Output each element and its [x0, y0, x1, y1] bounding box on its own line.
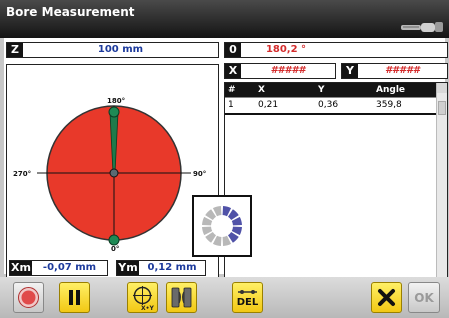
ym-tag: Ym — [117, 261, 139, 275]
angle-value: 180,2 ° — [265, 44, 307, 55]
xm-value: -0,07 mm — [42, 262, 97, 273]
scroll-up-icon[interactable] — [437, 83, 447, 93]
sensor-icon — [171, 287, 192, 308]
sensor-button[interactable] — [166, 282, 197, 313]
cell-y: 0,36 — [315, 96, 373, 115]
label-270: 270° — [13, 170, 31, 178]
bottom-toolbar: X•Y DEL OK — [0, 277, 449, 318]
cancel-button[interactable] — [371, 282, 402, 313]
x-tag: X — [225, 64, 241, 78]
main-panel: Z 100 mm 0 180,2 ° X ##### Y ##### 180° … — [4, 38, 448, 313]
delete-button[interactable]: DEL — [232, 282, 263, 313]
cancel-icon — [378, 289, 395, 306]
col-angle: Angle — [373, 83, 436, 97]
angle-field: 0 180,2 ° — [224, 42, 448, 58]
xm-field: Xm -0,07 mm — [9, 260, 108, 276]
delete-label: DEL — [236, 297, 259, 308]
ym-field: Ym 0,12 mm — [116, 260, 206, 276]
col-index: # — [225, 83, 255, 97]
window-title: Bore Measurement — [6, 5, 135, 19]
measurement-table: # X Y Angle 1 0,21 0,36 359,8 — [225, 83, 436, 115]
bore-dial: 180° 270° 90° 0° — [13, 97, 206, 253]
record-button[interactable] — [13, 282, 44, 313]
title-bar: Bore Measurement — [0, 0, 449, 38]
x-value: ##### — [270, 65, 306, 76]
table-row[interactable]: 1 0,21 0,36 359,8 — [225, 96, 436, 115]
z-field: Z 100 mm — [6, 42, 219, 58]
bore-dial-panel: 180° 270° 90° 0° — [6, 64, 219, 278]
col-x: X — [255, 83, 315, 97]
pause-button[interactable] — [59, 282, 90, 313]
xy-target-button[interactable]: X•Y — [127, 282, 158, 313]
ok-button[interactable]: OK — [408, 282, 440, 313]
probe-bottom — [108, 234, 120, 246]
y-value: ##### — [385, 65, 420, 76]
table-header-row: # X Y Angle — [225, 83, 436, 97]
ym-value: 0,12 mm — [147, 262, 197, 273]
probe-top — [108, 106, 120, 118]
z-tag: Z — [7, 43, 23, 57]
svg-text:X•Y: X•Y — [141, 305, 154, 312]
y-tag: Y — [342, 64, 358, 78]
cell-angle: 359,8 — [373, 96, 436, 115]
xm-tag: Xm — [10, 261, 32, 275]
laser-logo-icon — [401, 22, 443, 32]
xy-target-icon: X•Y — [133, 286, 154, 312]
record-icon — [18, 287, 39, 308]
scroll-thumb[interactable] — [438, 101, 446, 115]
y-field: Y ##### — [341, 63, 448, 79]
col-y: Y — [315, 83, 373, 97]
spinner-icon — [202, 206, 242, 246]
pause-icon — [69, 290, 80, 305]
label-180: 180° — [107, 97, 125, 105]
z-value: 100 mm — [97, 44, 144, 55]
label-90: 90° — [193, 170, 206, 178]
label-0: 0° — [111, 245, 119, 253]
bore-center — [109, 168, 119, 178]
loading-indicator — [192, 195, 252, 257]
angle-tag: 0 — [225, 43, 241, 57]
x-field: X ##### — [224, 63, 336, 79]
ok-label: OK — [414, 291, 434, 305]
cell-index: 1 — [225, 96, 255, 115]
cell-x: 0,21 — [255, 96, 315, 115]
